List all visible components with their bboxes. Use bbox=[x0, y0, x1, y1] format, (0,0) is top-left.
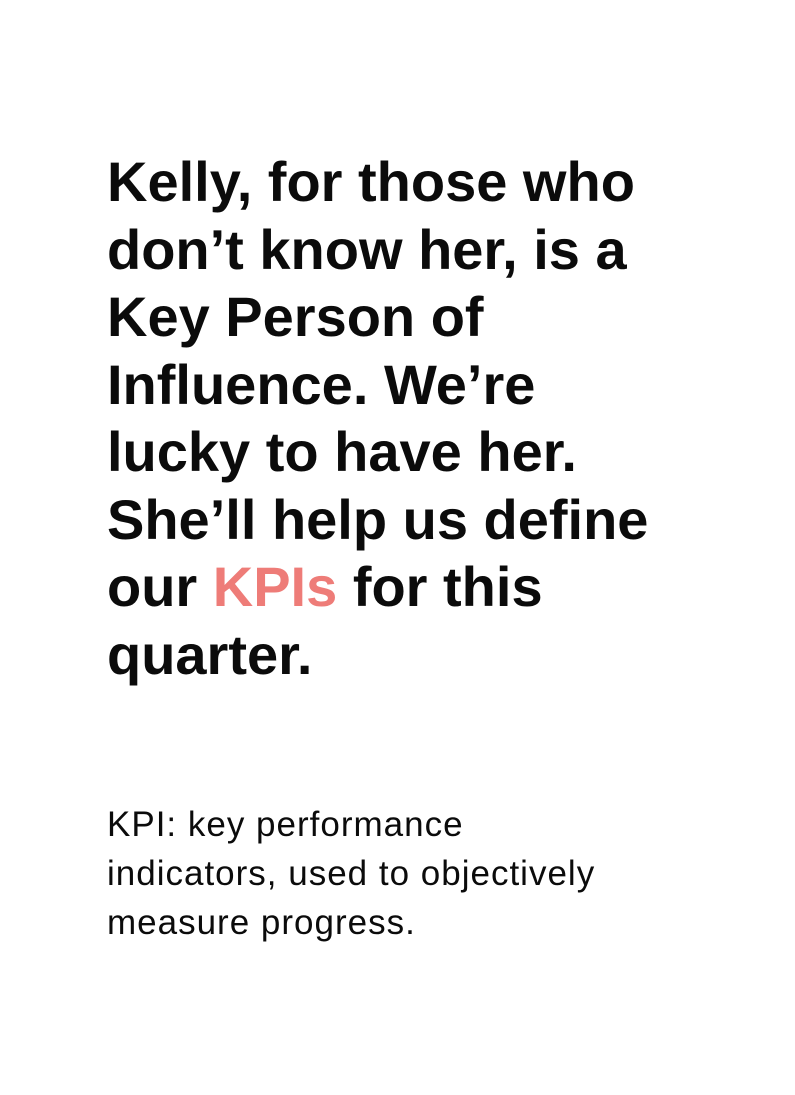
definition-note: KPI: key performance indicators, used to … bbox=[107, 800, 707, 947]
note-line: indicators, used to objectively bbox=[107, 854, 596, 893]
note-line: KPI: key performance bbox=[107, 805, 464, 844]
quote-line: Key Person of bbox=[107, 285, 484, 348]
quote-line: Influence. We’re bbox=[107, 352, 536, 416]
highlighted-term-kpis: KPIs bbox=[212, 555, 338, 618]
flashcard: Kelly, for those who don’t know her, is a… bbox=[0, 0, 795, 1095]
quote-line-text: for this bbox=[337, 555, 543, 618]
quote-line: She’ll help us define bbox=[107, 487, 649, 551]
main-quote: Kelly, for those who don’t know her, is a… bbox=[107, 148, 707, 688]
quote-line: lucky to have her. bbox=[107, 420, 577, 483]
note-line: measure progress. bbox=[107, 903, 416, 942]
quote-line: quarter. bbox=[107, 622, 313, 686]
quote-line: Kelly, for those who bbox=[107, 150, 635, 213]
quote-line: don’t know her, is a bbox=[107, 217, 627, 281]
quote-line-text: our bbox=[107, 555, 213, 618]
